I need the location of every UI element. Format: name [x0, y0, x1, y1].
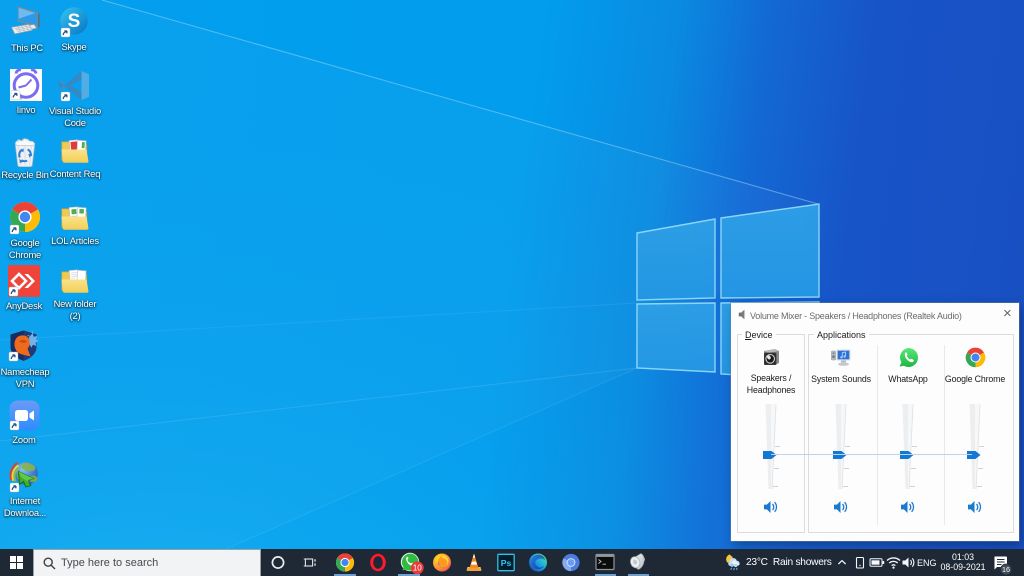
svg-text:Ps: Ps [501, 558, 512, 568]
svg-text:10: 10 [413, 564, 422, 573]
svg-text:16: 16 [1002, 565, 1010, 574]
